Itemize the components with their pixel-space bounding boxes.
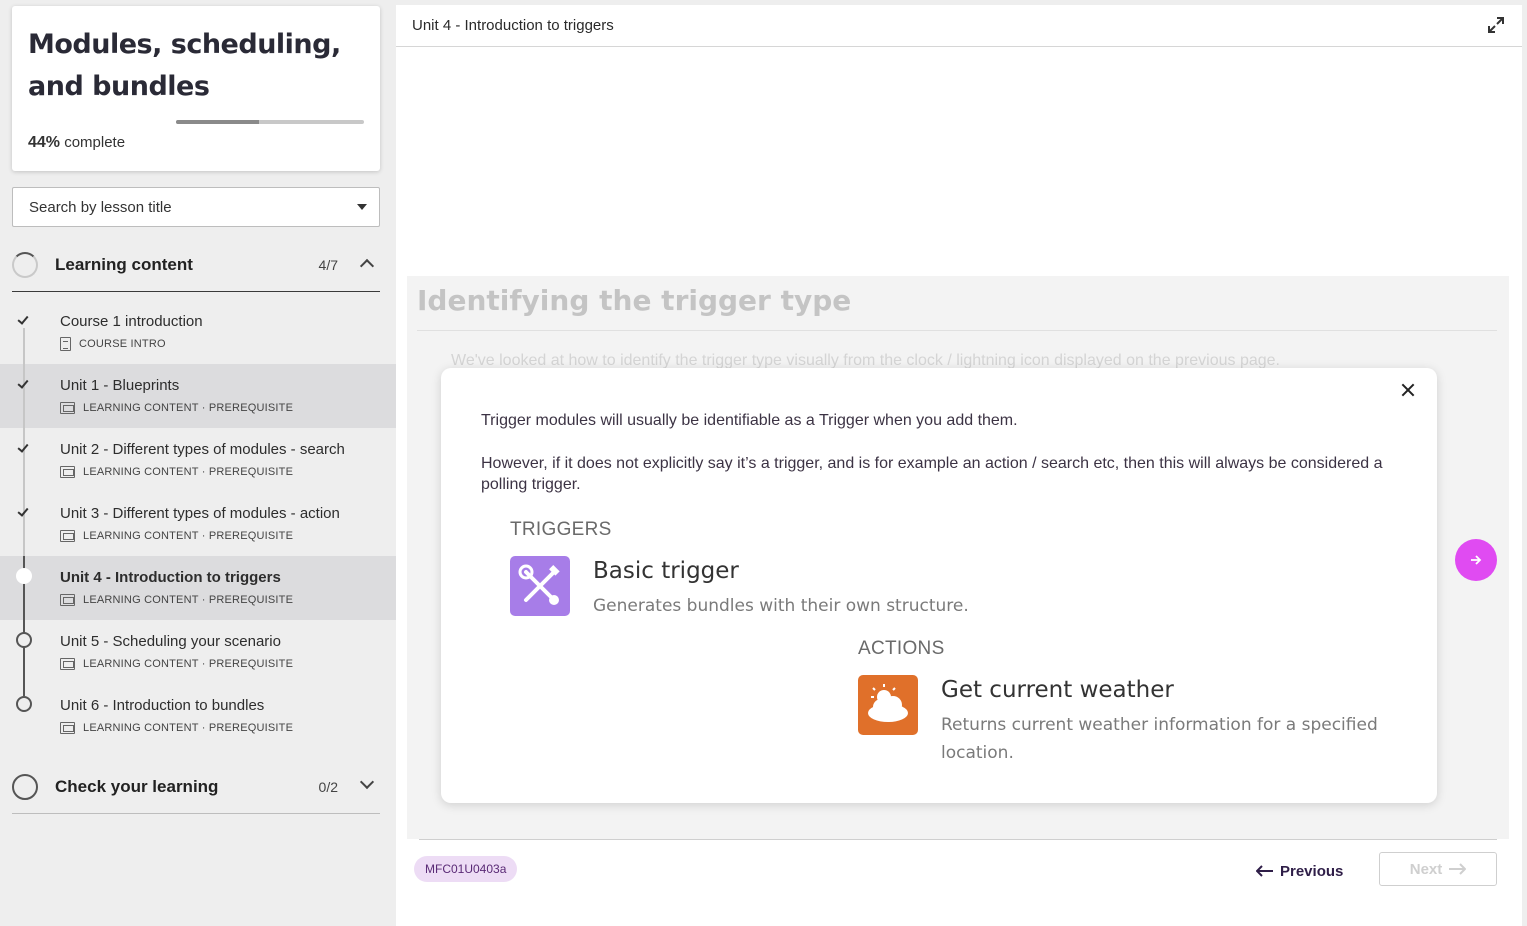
lesson-title: Unit 3 - Different types of modules - ac… [60,505,340,522]
screen-icon [60,402,75,414]
screen-icon [60,658,75,670]
screen-icon [60,530,75,542]
section-count: 4/7 [318,257,338,273]
chevron-up-icon[interactable] [359,258,375,274]
action-description: Returns current weather information for … [941,715,1378,763]
progress-suffix: complete [64,134,126,151]
lesson-meta: LEARNING CONTENT · PREREQUISITE [60,401,293,415]
lesson-item[interactable]: Unit 2 - Different types of modules - se… [0,428,396,492]
lesson-meta-text: COURSE INTRO [79,338,166,350]
check-icon [16,504,32,520]
next-button[interactable]: Next [1379,852,1497,886]
timeline-rail [23,364,25,428]
timeline-rail [23,684,25,696]
lesson-title: Unit 5 - Scheduling your scenario [60,633,281,650]
next-label: Next [1409,860,1443,878]
timeline-rail [23,620,25,684]
tools-icon [510,556,570,616]
lesson-title: Unit 2 - Different types of modules - se… [60,441,345,458]
course-card: Modules, scheduling, and bundles 44% com… [12,6,380,171]
lesson-heading: Unit 4 - Introduction to triggers [412,17,614,34]
chevron-down-icon[interactable] [359,774,375,790]
lesson-item[interactable]: Course 1 introduction COURSE INTRO [0,300,396,364]
timeline-rail [23,492,25,556]
circle-icon [16,632,32,648]
timeline-rail [23,428,25,492]
lesson-title: Course 1 introduction [60,313,203,330]
lesson-meta: COURSE INTRO [60,337,166,351]
check-icon [16,376,32,392]
search-input[interactable] [13,188,343,226]
circle-icon [16,696,32,712]
close-icon[interactable] [1397,378,1421,402]
section-learning-content[interactable]: Learning content 4/7 [12,242,380,292]
section-count: 0/2 [318,779,338,795]
document-icon [60,337,71,351]
lesson-title: Unit 1 - Blueprints [60,377,180,394]
progress-ring-icon [12,774,38,800]
progress-ring-icon [12,252,38,278]
action-name: Get current weather [941,677,1174,703]
lesson-title: Unit 4 - Introduction to triggers [60,569,281,586]
next-slide-button[interactable] [1455,539,1497,581]
lesson-meta-text: LEARNING CONTENT · PREREQUISITE [83,594,294,606]
lesson-item-current[interactable]: Unit 4 - Introduction to triggers LEARNI… [0,556,396,620]
modal-paragraph: However, if it does not explicitly say i… [481,455,1383,493]
divider [417,330,1497,331]
lesson-item[interactable]: Unit 3 - Different types of modules - ac… [0,492,396,556]
arrow-left-icon [1256,865,1273,877]
section-label: Check your learning [55,777,219,796]
progress-value: 44% [28,134,61,151]
lesson-item[interactable]: Unit 1 - Blueprints LEARNING CONTENT · P… [0,364,396,428]
expand-icon[interactable] [1486,15,1506,35]
lesson-meta-text: LEARNING CONTENT · PREREQUISITE [83,402,294,414]
lesson-meta: LEARNING CONTENT · PREREQUISITE [60,721,293,735]
lesson-meta: LEARNING CONTENT · PREREQUISITE [60,465,293,479]
lesson-meta-text: LEARNING CONTENT · PREREQUISITE [83,722,294,734]
lesson-item[interactable]: Unit 5 - Scheduling your scenario LEARNI… [0,620,396,684]
actions-heading: ACTIONS [858,638,945,659]
lesson-meta: LEARNING CONTENT · PREREQUISITE [60,657,293,671]
footer-divider [419,839,1497,840]
caret-down-icon[interactable] [357,204,367,210]
info-modal: Trigger modules will usually be identifi… [441,368,1437,803]
lesson-title: Unit 6 - Introduction to bundles [60,697,265,714]
triggers-heading: TRIGGERS [510,519,612,540]
previous-button[interactable]: Previous [1256,856,1343,886]
weather-icon [858,675,918,735]
sidebar: Modules, scheduling, and bundles 44% com… [0,0,396,926]
arrow-right-icon [1449,863,1467,875]
check-icon [16,312,32,328]
section-label: Learning content [55,255,193,274]
modal-paragraph: Trigger modules will usually be identifi… [481,412,1018,429]
trigger-description: Generates bundles with their own structu… [593,596,969,616]
progress-bar [176,120,364,124]
current-dot-icon [16,568,32,584]
check-icon [16,440,32,456]
content-heading: Identifying the trigger type [417,284,852,317]
main-panel: Unit 4 - Introduction to triggers Identi… [396,5,1522,926]
lesson-item[interactable]: Unit 6 - Introduction to bundles LEARNIN… [0,684,396,748]
section-check-your-learning[interactable]: Check your learning 0/2 [12,764,380,814]
lesson-list: Course 1 introduction COURSE INTRO Unit … [0,300,396,748]
screen-icon [60,466,75,478]
screen-icon [60,594,75,606]
lesson-meta-text: LEARNING CONTENT · PREREQUISITE [83,658,294,670]
lesson-code-badge: MFC01U0403a [414,856,518,882]
main-header: Unit 4 - Introduction to triggers [396,5,1522,47]
lesson-meta: LEARNING CONTENT · PREREQUISITE [60,529,293,543]
arrow-right-icon [1471,555,1482,565]
lesson-search[interactable] [12,187,380,227]
progress-fill [176,120,259,124]
screen-icon [60,722,75,734]
timeline-rail [23,556,25,620]
previous-label: Previous [1280,862,1344,880]
lesson-meta-text: LEARNING CONTENT · PREREQUISITE [83,466,294,478]
progress-text: 44% complete [28,134,125,152]
course-title: Modules, scheduling, and bundles [28,29,341,102]
timeline-rail [23,328,25,364]
lesson-meta-text: LEARNING CONTENT · PREREQUISITE [83,530,294,542]
trigger-name: Basic trigger [593,558,739,584]
lesson-meta: LEARNING CONTENT · PREREQUISITE [60,593,293,607]
